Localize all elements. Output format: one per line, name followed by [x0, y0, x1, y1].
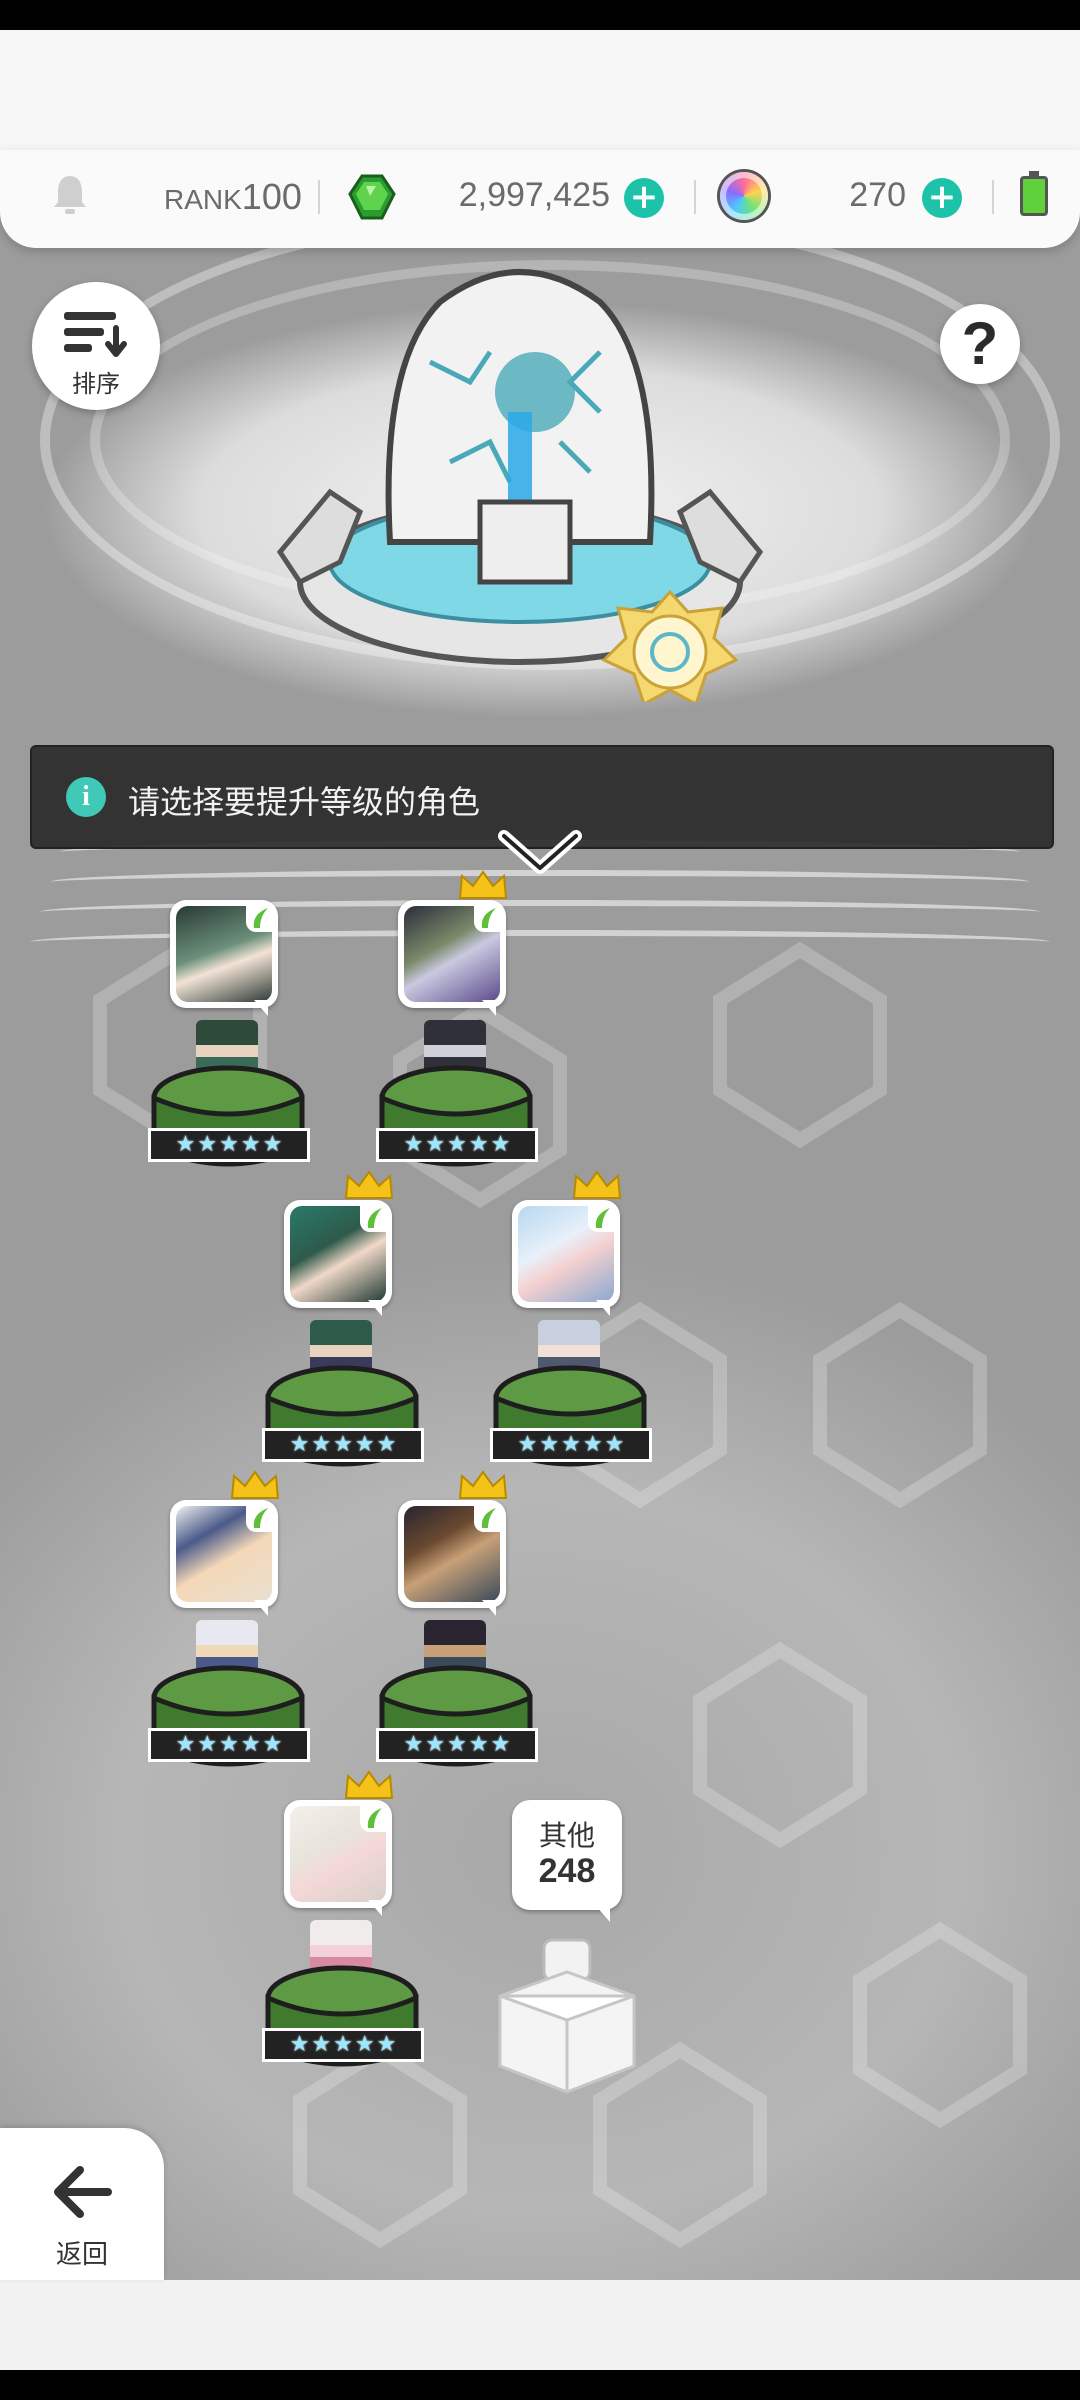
character-card-4[interactable]: ★ ★ ★ ★ ★	[490, 1170, 682, 1490]
crown-icon	[458, 1470, 508, 1499]
other-count: 248	[538, 1852, 596, 1890]
info-icon: i	[66, 777, 106, 817]
back-label: 返回	[55, 2240, 108, 2270]
star-rating: ★ ★ ★ ★ ★	[148, 1728, 310, 1762]
other-label: 其他	[538, 1819, 595, 1852]
character-portrait	[170, 1500, 278, 1616]
character-card-7[interactable]: ★ ★ ★ ★ ★	[262, 1770, 454, 2090]
rank-display: RANK100	[164, 176, 302, 218]
character-portrait	[284, 1800, 392, 1916]
character-card-2[interactable]: ★ ★ ★ ★ ★	[376, 870, 568, 1190]
crown-icon	[344, 1770, 394, 1799]
sort-button[interactable]: 排序	[32, 282, 160, 410]
gem-icon	[348, 174, 396, 220]
navigation-bar	[0, 2370, 1080, 2400]
character-card-5[interactable]: ★ ★ ★ ★ ★	[148, 1470, 340, 1790]
character-card-3[interactable]: ★ ★ ★ ★ ★	[262, 1170, 454, 1490]
crown-icon	[572, 1170, 622, 1199]
divider	[992, 180, 994, 214]
rank-value: 100	[241, 176, 302, 217]
character-portrait	[398, 900, 506, 1016]
character-portrait	[170, 900, 278, 1016]
sort-label: 排序	[72, 370, 120, 398]
orb-icon	[720, 172, 768, 220]
status-bar	[0, 0, 1080, 30]
add-gems-button[interactable]: +	[624, 178, 664, 218]
back-button[interactable]: 返回	[0, 2128, 164, 2280]
instruction-text: 请选择要提升等级的角色	[128, 783, 481, 821]
add-orbs-button[interactable]: +	[922, 178, 962, 218]
star-rating: ★ ★ ★ ★ ★	[376, 1128, 538, 1162]
star-rating: ★ ★ ★ ★ ★	[262, 1428, 424, 1462]
bell-icon[interactable]	[50, 172, 90, 216]
bottom-bar	[0, 2280, 1080, 2370]
character-card-1[interactable]: ★ ★ ★ ★ ★	[148, 870, 340, 1190]
other-pedestal	[498, 1938, 636, 2094]
crown-icon	[344, 1170, 394, 1199]
orb-count: 270	[849, 176, 906, 214]
other-bubble: 其他 248	[512, 1800, 622, 1910]
crown-icon	[230, 1470, 280, 1499]
star-rating: ★ ★ ★ ★ ★	[376, 1728, 538, 1762]
upgrade-machine-illustration	[276, 269, 764, 702]
character-portrait	[284, 1200, 392, 1316]
star-rating: ★ ★ ★ ★ ★	[490, 1428, 652, 1462]
back-arrow-icon	[54, 2166, 112, 2218]
help-button[interactable]: ?	[940, 304, 1020, 384]
battery-icon	[1020, 171, 1048, 216]
sort-icon	[64, 312, 127, 357]
rank-label: RANK	[164, 184, 242, 215]
other-characters-button[interactable]: 其他 248	[498, 1800, 636, 2100]
crown-icon	[458, 870, 508, 899]
character-portrait	[398, 1500, 506, 1616]
gem-count: 2,997,425	[458, 176, 610, 214]
star-rating: ★ ★ ★ ★ ★	[262, 2028, 424, 2062]
top-blank-area	[0, 30, 1080, 150]
divider	[318, 180, 320, 214]
character-portrait	[512, 1200, 620, 1316]
character-card-6[interactable]: ★ ★ ★ ★ ★	[376, 1470, 568, 1790]
divider	[694, 180, 696, 214]
star-rating: ★ ★ ★ ★ ★	[148, 1128, 310, 1162]
